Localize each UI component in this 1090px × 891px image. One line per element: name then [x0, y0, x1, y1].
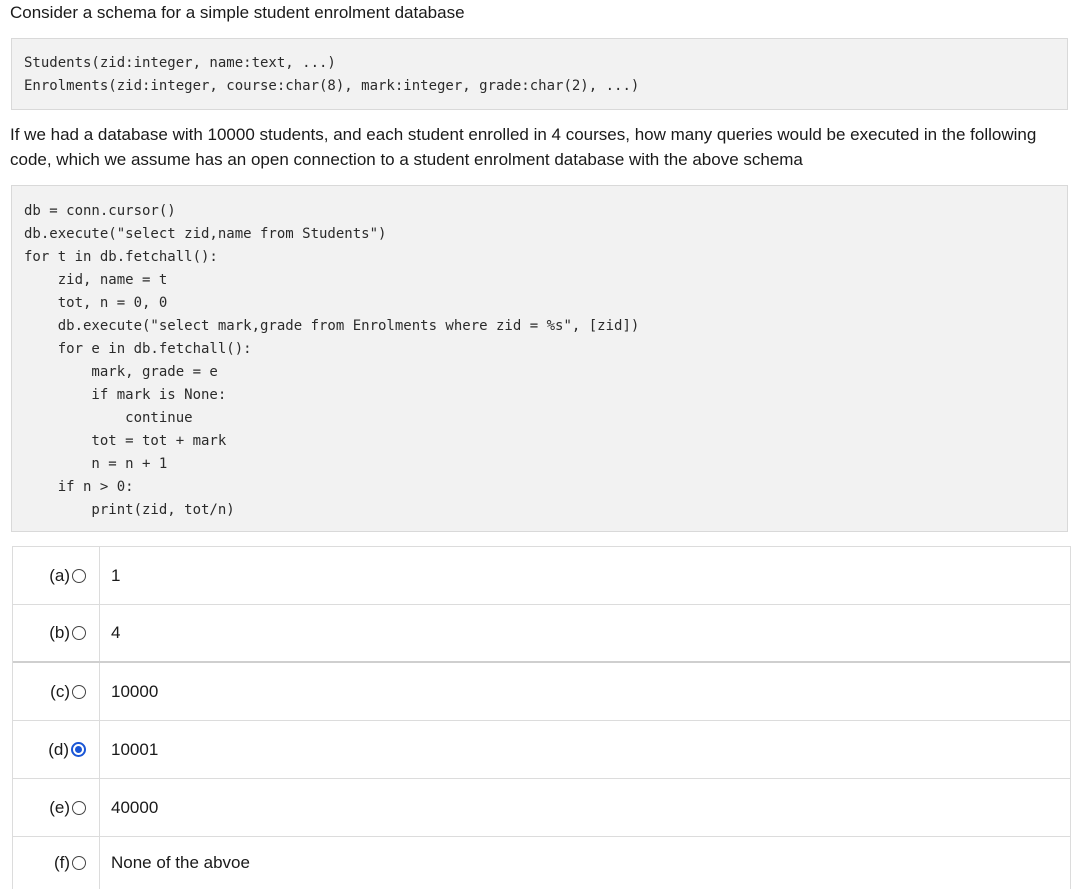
- option-label-cell: (a): [13, 547, 100, 604]
- radio-button[interactable]: [72, 626, 86, 640]
- option-letter: (b): [49, 623, 70, 642]
- option-e[interactable]: (e) 40000: [13, 779, 1070, 837]
- intro-text: Consider a schema for a simple student e…: [10, 3, 465, 22]
- option-letter: (d): [48, 739, 69, 759]
- code-line: if mark is None:: [24, 387, 227, 403]
- code-block: db = conn.cursor() db.execute("select zi…: [11, 185, 1068, 532]
- option-text: 40000: [111, 797, 159, 817]
- option-text: 10001: [111, 739, 159, 759]
- code-line: tot = tot + mark: [24, 433, 227, 449]
- option-text: 10000: [111, 681, 159, 701]
- radio-button[interactable]: [72, 800, 86, 815]
- option-b[interactable]: (b) 4: [13, 605, 1070, 663]
- option-text: 4: [111, 623, 121, 642]
- option-label-cell: (e): [13, 779, 100, 836]
- option-letter: (c): [50, 681, 70, 701]
- option-a[interactable]: (a) 1: [13, 547, 1070, 605]
- option-letter: (e): [49, 797, 70, 817]
- code-line: db.execute("select zid,name from Student…: [24, 226, 387, 242]
- option-d[interactable]: (d) 10001: [13, 721, 1070, 779]
- code-line: mark, grade = e: [24, 364, 218, 380]
- option-f[interactable]: (f) None of the abvoe: [13, 837, 1070, 889]
- option-letter: (f): [53, 853, 70, 872]
- schema-code-block: Students(zid:integer, name:text, ...) En…: [11, 38, 1068, 110]
- code-line: continue: [24, 410, 193, 426]
- option-label-cell: (b): [13, 605, 100, 661]
- code-line: tot, n = 0, 0: [24, 295, 168, 311]
- answer-options: (a) 1 (b) 4 (c) 10000 (d) 10001 (e) 4000…: [12, 546, 1071, 889]
- option-text: 1: [111, 565, 121, 585]
- code-line: db.execute("select mark,grade from Enrol…: [24, 318, 640, 334]
- code-line: zid, name = t: [24, 272, 168, 288]
- option-text: None of the abvoe: [111, 853, 250, 872]
- code-line: db = conn.cursor(): [24, 203, 176, 219]
- option-label-cell: (d): [13, 721, 100, 778]
- option-label-cell: (f): [13, 837, 100, 889]
- code-line: n = n + 1: [24, 456, 168, 472]
- schema-line: Students(zid:integer, name:text, ...): [24, 55, 336, 71]
- code-line: for e in db.fetchall():: [24, 341, 252, 357]
- question-text: If we had a database with 10000 students…: [10, 122, 1080, 172]
- code-line: if n > 0:: [24, 479, 134, 495]
- option-label-cell: (c): [13, 663, 100, 720]
- code-line: print(zid, tot/n): [24, 502, 235, 518]
- radio-button[interactable]: [72, 856, 86, 870]
- question-line: If we had a database with 10000 students…: [10, 125, 1037, 144]
- option-letter: (a): [49, 565, 70, 585]
- radio-button[interactable]: [72, 568, 86, 583]
- radio-button-selected[interactable]: [71, 742, 86, 757]
- code-line: for t in db.fetchall():: [24, 249, 218, 265]
- question-line: code, which we assume has an open connec…: [10, 150, 803, 169]
- option-c[interactable]: (c) 10000: [13, 663, 1070, 721]
- schema-line: Enrolments(zid:integer, course:char(8), …: [24, 78, 640, 94]
- radio-button[interactable]: [72, 684, 86, 699]
